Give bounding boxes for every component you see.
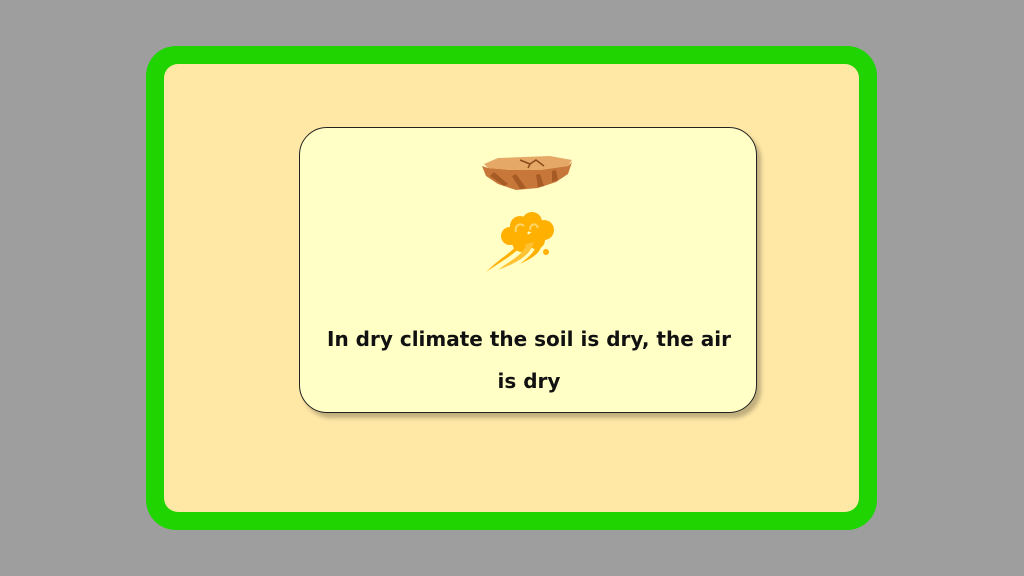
content-panel: In dry climate the soil is dry, the air … (164, 64, 859, 512)
dry-soil-icon (482, 156, 572, 190)
dry-air-icon (486, 212, 554, 272)
card-caption: In dry climate the soil is dry, the air … (327, 327, 731, 393)
stage: In dry climate the soil is dry, the air … (0, 0, 1024, 576)
flashcard[interactable]: In dry climate the soil is dry, the air … (299, 127, 757, 413)
green-frame: In dry climate the soil is dry, the air … (146, 46, 877, 530)
